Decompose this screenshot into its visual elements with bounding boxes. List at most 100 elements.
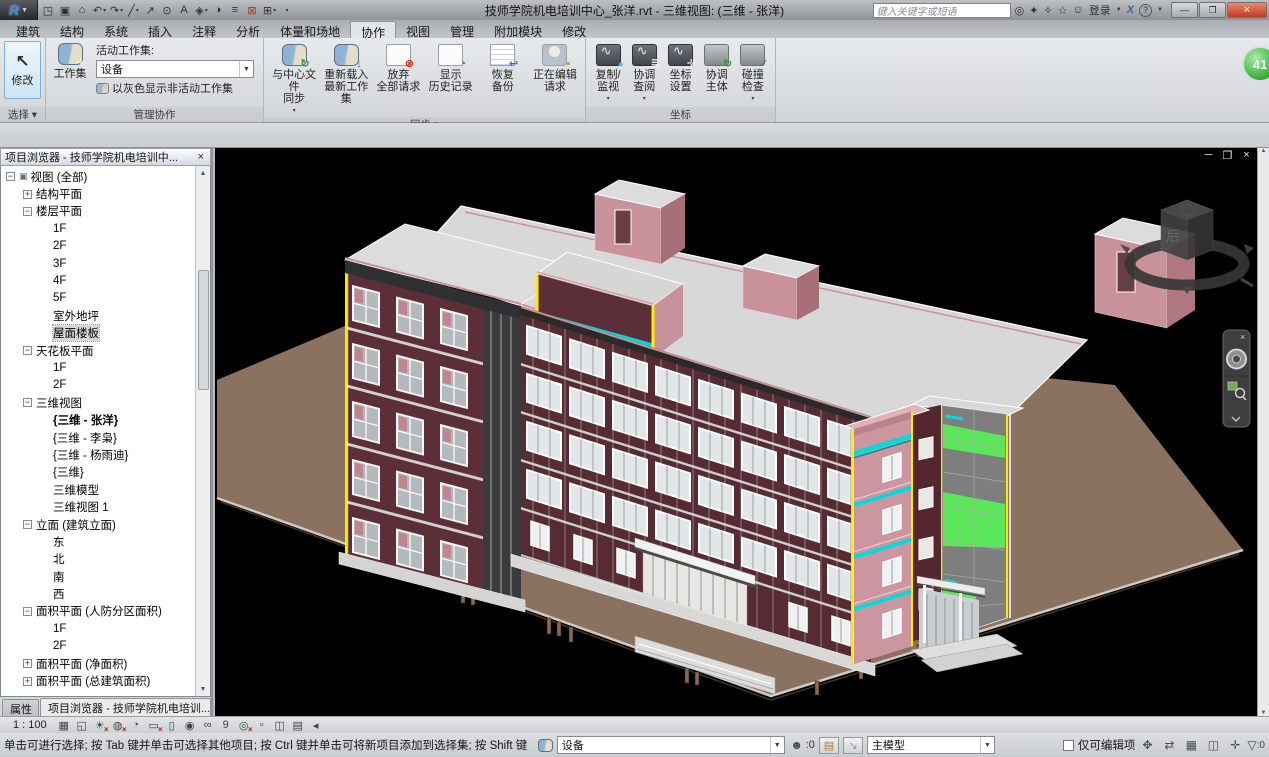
modify-button[interactable]: ↖ 修改: [4, 41, 41, 99]
ribbon-tab[interactable]: 体量和场地: [270, 21, 350, 38]
tree-item[interactable]: 1F: [1, 220, 195, 237]
expand-collapse-icon[interactable]: [40, 294, 49, 303]
selection-option-icon[interactable]: ▦: [1183, 738, 1199, 752]
ribbon-tab[interactable]: 分析: [226, 21, 270, 38]
view-minimize-icon[interactable]: ─: [1202, 149, 1215, 162]
tree-item[interactable]: 室外地坪: [1, 307, 195, 324]
ribbon-big-button[interactable]: 协调 查阅 ▾: [626, 42, 662, 105]
qat-button[interactable]: ◑: [210, 2, 227, 18]
info-center-icon[interactable]: ◎: [1015, 4, 1025, 17]
tree-item[interactable]: 南: [1, 568, 195, 585]
tree-item[interactable]: 5F: [1, 290, 195, 307]
view-close-icon[interactable]: ×: [1240, 149, 1253, 162]
ribbon-big-button[interactable]: 恢复 备份: [477, 42, 529, 93]
design-options-button[interactable]: ▤: [819, 737, 839, 754]
tree-item[interactable]: 2F: [1, 238, 195, 255]
search-input[interactable]: 键入关键字或短语: [873, 3, 1011, 18]
sign-in-button[interactable]: 登录: [1089, 2, 1111, 18]
view-control-icon[interactable]: 9: [218, 718, 234, 733]
info-center-icon[interactable]: ✦: [1029, 4, 1038, 17]
workset-select[interactable]: 设备 ▼: [557, 736, 785, 754]
expand-collapse-icon[interactable]: [40, 590, 49, 599]
expand-collapse-icon[interactable]: [40, 642, 49, 651]
tree-item[interactable]: + 面积平面 (净面积): [1, 655, 195, 672]
ribbon-big-button[interactable]: 坐标 设置: [662, 42, 698, 93]
tree-item[interactable]: {三维 - 张洋}: [1, 411, 195, 428]
restore-button[interactable]: ❐: [1199, 2, 1226, 18]
tree-item[interactable]: − 三维视图: [1, 394, 195, 411]
viewcube-face-label[interactable]: 后: [1166, 228, 1180, 244]
qat-button[interactable]: ⊞ ▾: [261, 2, 278, 18]
scroll-down-icon[interactable]: ▼: [200, 682, 207, 696]
expand-collapse-icon[interactable]: +: [23, 190, 32, 199]
view-control-icon[interactable]: ◉: [182, 718, 198, 733]
qat-button[interactable]: ↷ ▾: [108, 2, 125, 18]
view-control-icon[interactable]: ◱: [74, 718, 90, 733]
tree-item[interactable]: {三维}: [1, 464, 195, 481]
tree-item[interactable]: 2F: [1, 638, 195, 655]
ribbon-tab[interactable]: 附加模块: [484, 21, 552, 38]
expand-collapse-icon[interactable]: +: [23, 677, 32, 686]
info-center-icon[interactable]: ☺: [1073, 4, 1084, 17]
ribbon-big-button[interactable]: 复制/ 监视 ▾: [590, 42, 626, 105]
expand-collapse-icon[interactable]: [40, 537, 49, 546]
ribbon-tab[interactable]: 修改: [552, 21, 596, 38]
view-control-icon[interactable]: ◎ ×: [236, 718, 252, 733]
scrollbar-thumb[interactable]: [198, 270, 209, 390]
ribbon-tab[interactable]: 插入: [138, 21, 182, 38]
tree-item[interactable]: 西: [1, 585, 195, 602]
ribbon-big-button[interactable]: 重新载入 最新工作集: [320, 42, 372, 105]
tree-item[interactable]: − 天花板平面: [1, 342, 195, 359]
tree-item[interactable]: 1F: [1, 620, 195, 637]
info-center-icon[interactable]: ✧: [1043, 4, 1052, 17]
tree-item[interactable]: {三维 - 杨雨迪}: [1, 446, 195, 463]
browser-scrollbar[interactable]: ▲ ▼: [195, 166, 210, 696]
design-option-select[interactable]: 主模型 ▼: [867, 736, 995, 754]
tree-item[interactable]: 3F: [1, 255, 195, 272]
tree-item[interactable]: − 面积平面 (人防分区面积): [1, 603, 195, 620]
expand-collapse-icon[interactable]: [40, 485, 49, 494]
view-control-icon[interactable]: ◍ ×: [110, 718, 126, 733]
selection-option-icon[interactable]: ◫: [1205, 738, 1221, 752]
expand-collapse-icon[interactable]: −: [23, 346, 32, 355]
exchange-apps-icon[interactable]: X: [1127, 4, 1134, 16]
tree-item[interactable]: + 结构平面: [1, 185, 195, 202]
selection-option-icon[interactable]: ✛: [1227, 738, 1243, 752]
ribbon-tab[interactable]: 建筑: [6, 21, 50, 38]
expand-collapse-icon[interactable]: −: [23, 607, 32, 616]
tree-item[interactable]: 2F: [1, 377, 195, 394]
editing-requests-indicator[interactable]: ☻ :0: [789, 738, 815, 752]
ribbon-big-button[interactable]: 正在编辑 请求: [529, 42, 581, 93]
view-control-icon[interactable]: ☀ ×: [92, 718, 108, 733]
qat-button[interactable]: ▣: [57, 2, 74, 18]
qat-button[interactable]: ↗: [142, 2, 159, 18]
expand-collapse-icon[interactable]: +: [23, 659, 32, 668]
tree-item[interactable]: 东: [1, 533, 195, 550]
view-control-icon[interactable]: ∞: [200, 718, 216, 733]
ribbon-tab[interactable]: 视图: [396, 21, 440, 38]
tree-item[interactable]: 三维视图 1: [1, 498, 195, 515]
expand-collapse-icon[interactable]: [40, 242, 49, 251]
gray-inactive-toggle[interactable]: 以灰色显示非活动工作集: [96, 80, 254, 96]
expand-collapse-icon[interactable]: −: [23, 207, 32, 216]
info-center-icon[interactable]: ☆: [1058, 4, 1068, 17]
browser-tab[interactable]: 项目浏览器 - 技师学院机电培训...: [40, 698, 211, 716]
view-control-icon[interactable]: ◫: [272, 718, 288, 733]
navbar-close-icon[interactable]: ×: [1240, 332, 1245, 342]
ribbon-big-button[interactable]: 放弃 全部请求: [372, 42, 424, 93]
scroll-up-icon[interactable]: ▲: [1261, 148, 1267, 154]
qat-button[interactable]: ⊙: [159, 2, 176, 18]
view-control-icon[interactable]: ◂: [308, 718, 324, 733]
expand-collapse-icon[interactable]: [40, 433, 49, 442]
qat-button[interactable]: ⌂: [74, 2, 91, 18]
tree-item[interactable]: {三维 - 李枭}: [1, 429, 195, 446]
qat-button[interactable]: ⊠: [244, 2, 261, 18]
qat-button[interactable]: ◳: [40, 2, 57, 18]
browser-tab[interactable]: 属性: [2, 699, 39, 716]
panel-label-select[interactable]: 选择 ▾: [0, 107, 45, 122]
qat-button[interactable]: ≡: [227, 2, 244, 18]
tree-item[interactable]: 4F: [1, 272, 195, 289]
expand-collapse-icon[interactable]: [40, 468, 49, 477]
selection-option-icon[interactable]: ✥: [1139, 738, 1155, 752]
expand-collapse-icon[interactable]: [40, 624, 49, 633]
